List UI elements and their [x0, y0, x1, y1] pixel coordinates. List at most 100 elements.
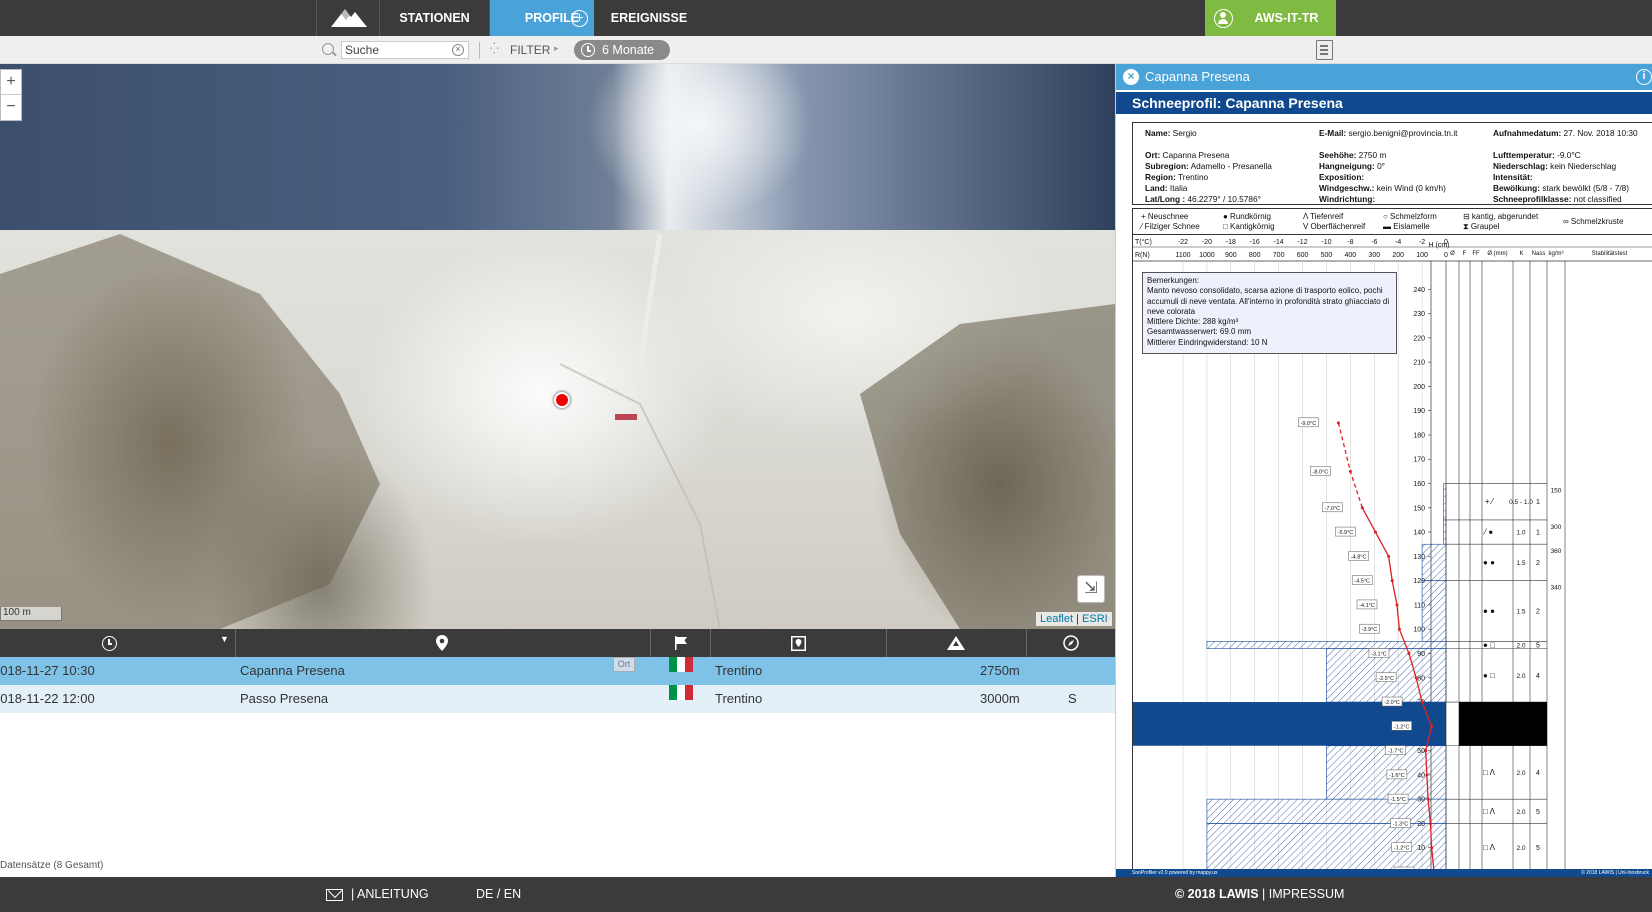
user-account-button[interactable]: AWS-IT-TR [1205, 0, 1336, 36]
height-tick-label: 210 [1413, 360, 1425, 367]
meta-row: Niederschlag: kein Niederschlag [1493, 161, 1638, 172]
meta-key: Subregion: [1145, 161, 1189, 171]
meta-value: Trentino [1175, 172, 1209, 182]
layer-size: 0.5 - 1.0 [1509, 499, 1533, 506]
table-header-label: K [1519, 251, 1523, 257]
tab-profile[interactable]: PROFILE + [490, 0, 594, 36]
zoom-out-button[interactable]: − [1, 95, 21, 120]
temp-tick-label: -12 [1297, 239, 1307, 246]
remarks-title: Bemerkungen: [1147, 276, 1200, 285]
temperature-point [1426, 797, 1430, 801]
info-icon[interactable]: i [1636, 69, 1652, 85]
close-icon[interactable]: × [1123, 69, 1139, 85]
ort-badge[interactable]: Ort [613, 657, 635, 672]
legend-item: ● Rundkörnig [1223, 212, 1271, 221]
legend-item: V Oberflächenreif [1303, 222, 1366, 231]
temperature-point [1414, 676, 1418, 680]
remarks-box: Bemerkungen: Manto nevoso consolidato, s… [1142, 272, 1397, 354]
temp-tick-label: -6 [1371, 239, 1377, 246]
profile-title: Schneeprofil: Capanna Presena [1116, 92, 1652, 114]
search-input[interactable] [341, 41, 469, 59]
row-name: Capanna Presena [240, 663, 345, 678]
esri-link[interactable]: ESRI [1082, 613, 1108, 625]
map-scale: 100 m [0, 607, 62, 621]
tab-stationen[interactable]: STATIONEN [380, 0, 490, 36]
temperature-label: -4.5°C [1354, 579, 1370, 585]
layer-grain: □ Λ [1483, 807, 1496, 816]
meta-value: kein Wind (0 km/h) [1374, 183, 1446, 193]
column-region[interactable] [711, 629, 887, 657]
add-profile-icon[interactable]: + [571, 10, 588, 27]
column-country[interactable] [651, 629, 711, 657]
column-aspect[interactable] [1027, 629, 1115, 657]
meta-value: not classified [1571, 194, 1622, 204]
x2-axis-label: R(N) [1135, 252, 1150, 259]
layer-hardness: 4 [1536, 673, 1540, 680]
meta-key: Hangneigung: [1319, 161, 1375, 171]
meta-value: sergio.benigni@provincia.tn.it [1346, 128, 1458, 138]
mountain-logo-icon[interactable] [316, 0, 380, 36]
meta-key: Lufttemperatur: [1493, 150, 1555, 160]
height-tick-label: 170 [1413, 457, 1425, 464]
anleitung-link[interactable]: | ANLEITUNG [351, 877, 429, 912]
record-count: Datensätze (8 Gesamt) [0, 855, 1115, 877]
meta-key: Intensität: [1493, 172, 1533, 182]
language-switch[interactable]: DE / EN [476, 877, 521, 912]
layer-hardness-bar [1443, 483, 1447, 521]
period-selector[interactable]: 6 Monate [574, 40, 670, 60]
legend-item: Λ Tiefenreif [1303, 212, 1344, 221]
filter-icon[interactable]: ⁛ [490, 42, 499, 55]
table-row[interactable]: 2018-11-22 12:00 Passo Presena Trentino … [0, 685, 1115, 713]
meta-value: Capanna Presena [1160, 150, 1230, 160]
profile-marker[interactable] [554, 392, 570, 408]
map[interactable]: + − 100 m ⇲ Leaflet | ESRI [0, 64, 1115, 629]
column-location[interactable] [236, 629, 651, 657]
mail-icon[interactable] [326, 889, 343, 901]
row-date: 2018-11-27 10:30 [0, 663, 95, 678]
tab-ereignisse[interactable]: EREIGNISSE [594, 0, 704, 36]
height-tick-label: 160 [1413, 481, 1425, 488]
meta-key: Windgeschw.: [1319, 183, 1375, 193]
meta-value: 0° [1374, 161, 1386, 171]
layer-size: 1.5 [1516, 560, 1525, 567]
temperature-point [1407, 651, 1411, 655]
table-header: ▼ [0, 629, 1115, 657]
x-axis-label: T(°C) [1135, 238, 1152, 246]
compass-icon [1063, 635, 1079, 651]
temperature-label: -1.2°C [1394, 724, 1410, 730]
layer-grain: ● □ [1483, 671, 1495, 680]
clear-search-icon[interactable]: × [452, 44, 464, 56]
map-pin-icon [791, 636, 806, 651]
temperature-label: -8.0°C [1313, 469, 1329, 475]
layer-size: 2.0 [1516, 845, 1525, 852]
remarks-text: Manto nevoso consolidato, scarsa azione … [1147, 286, 1390, 316]
leaflet-link[interactable]: Leaflet [1040, 613, 1073, 625]
meta-row: Region: Trentino [1145, 172, 1272, 183]
table-row[interactable]: 2018-11-27 10:30 Capanna Presena Ort Tre… [0, 657, 1115, 685]
temperature-label: -5.9°C [1338, 530, 1354, 536]
table-header-label: Stabilitätstest [1592, 251, 1628, 257]
column-elevation[interactable] [887, 629, 1027, 657]
legend-item: + Neuschnee [1141, 212, 1189, 221]
temperature-point [1425, 773, 1429, 777]
expand-map-icon[interactable]: ⇲ [1077, 575, 1105, 603]
height-tick-label: 200 [1413, 384, 1425, 391]
impressum-link[interactable]: | IMPRESSUM [1262, 877, 1344, 912]
column-date[interactable]: ▼ [0, 629, 236, 657]
table-header-label: Nass [1532, 251, 1546, 257]
meta-row [1319, 139, 1457, 150]
italy-flag-icon [669, 685, 693, 700]
meta-value: 27. Nov. 2018 10:30 [1561, 128, 1638, 138]
document-icon[interactable] [1316, 40, 1333, 60]
height-tick-label: 240 [1413, 287, 1425, 294]
user-icon [1214, 9, 1233, 28]
row-date: 2018-11-22 12:00 [0, 691, 95, 706]
filter-button[interactable]: FILTER [510, 43, 550, 57]
zoom-in-button[interactable]: + [1, 70, 21, 95]
row-name: Passo Presena [240, 691, 329, 706]
temp-tick-label: -2 [1419, 239, 1425, 246]
legend-item: ▬ Eislamelle [1383, 222, 1430, 231]
sort-desc-icon[interactable]: ▼ [220, 634, 229, 644]
panel-footer: SnoProfiler v2.0 powered by mappy.us © 2… [1116, 869, 1652, 877]
grain-legend: + Neuschnee ⁄ Filziger Schnee ● Rundkörnig… [1132, 208, 1652, 234]
